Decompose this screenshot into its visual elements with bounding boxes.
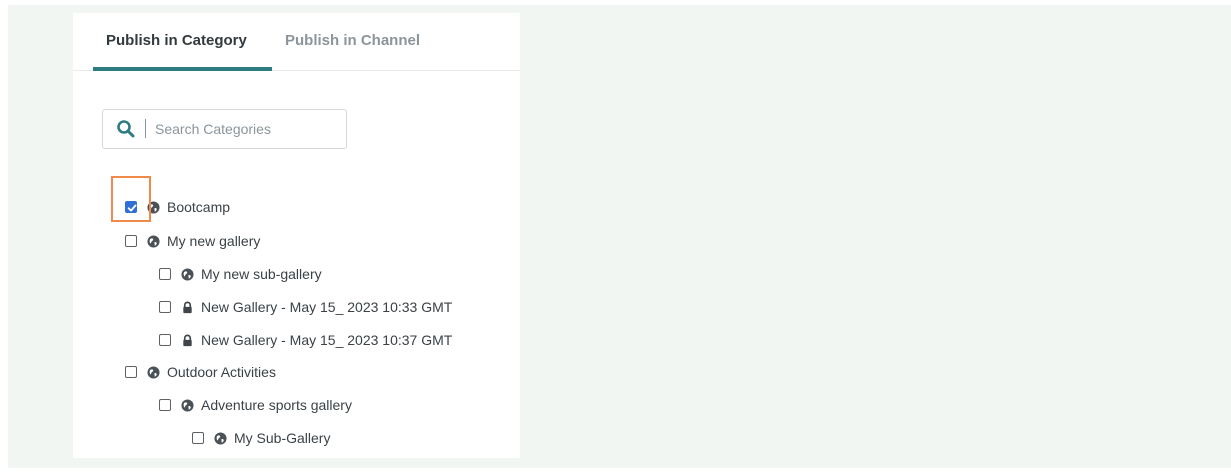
checkbox[interactable] [159, 301, 171, 313]
checkbox[interactable] [125, 235, 137, 247]
checkbox[interactable] [159, 399, 171, 411]
tree-item-label: New Gallery - May 15_ 2023 10:37 GMT [201, 332, 453, 348]
globe-icon [181, 267, 194, 281]
tab-publish-in-category[interactable]: Publish in Category [106, 32, 247, 49]
tree-item-adventure-sports-gallery[interactable]: Adventure sports gallery [159, 393, 352, 417]
lock-icon [183, 334, 192, 346]
checkbox[interactable] [125, 201, 137, 213]
publish-panel: Publish in Category Publish in Channel B… [73, 13, 520, 458]
lock-icon [183, 301, 192, 313]
active-tab-indicator [93, 67, 272, 71]
tree-item-new-gallery-1037[interactable]: New Gallery - May 15_ 2023 10:37 GMT [159, 328, 452, 352]
tab-bar: Publish in Category Publish in Channel [73, 13, 520, 71]
checkbox[interactable] [159, 268, 171, 280]
globe-icon [181, 398, 194, 412]
tree-item-label: My Sub-Gallery [234, 430, 331, 446]
tree-item-label: New Gallery - May 15_ 2023 10:33 GMT [201, 299, 453, 315]
checkbox[interactable] [192, 432, 204, 444]
tree-item-label: Outdoor Activities [167, 364, 276, 380]
tab-publish-in-channel[interactable]: Publish in Channel [285, 32, 420, 49]
search-icon[interactable] [116, 119, 136, 139]
checkbox[interactable] [125, 366, 137, 378]
globe-icon [147, 365, 160, 379]
globe-icon [214, 431, 227, 445]
tree-item-label: Bootcamp [167, 199, 231, 215]
tree-item-new-gallery-1033[interactable]: New Gallery - May 15_ 2023 10:33 GMT [159, 295, 452, 319]
globe-icon [147, 200, 160, 214]
globe-icon [147, 234, 160, 248]
search-divider [145, 119, 146, 138]
tree-item-outdoor-activities[interactable]: Outdoor Activities [125, 360, 276, 384]
tree-item-label: My new sub-gallery [201, 266, 322, 282]
tree-item-bootcamp[interactable]: Bootcamp [125, 195, 230, 219]
tree-item-label: My new gallery [167, 233, 261, 249]
tree-item-my-new-sub-gallery[interactable]: My new sub-gallery [159, 262, 322, 286]
tree-item-label: Adventure sports gallery [201, 397, 352, 413]
tree-item-my-new-gallery[interactable]: My new gallery [125, 229, 260, 253]
checkbox[interactable] [159, 334, 171, 346]
page-background: Publish in Category Publish in Channel B… [8, 5, 1231, 468]
tree-item-my-sub-gallery[interactable]: My Sub-Gallery [192, 426, 330, 450]
category-search-box [102, 109, 347, 149]
search-categories-input[interactable] [155, 118, 340, 140]
